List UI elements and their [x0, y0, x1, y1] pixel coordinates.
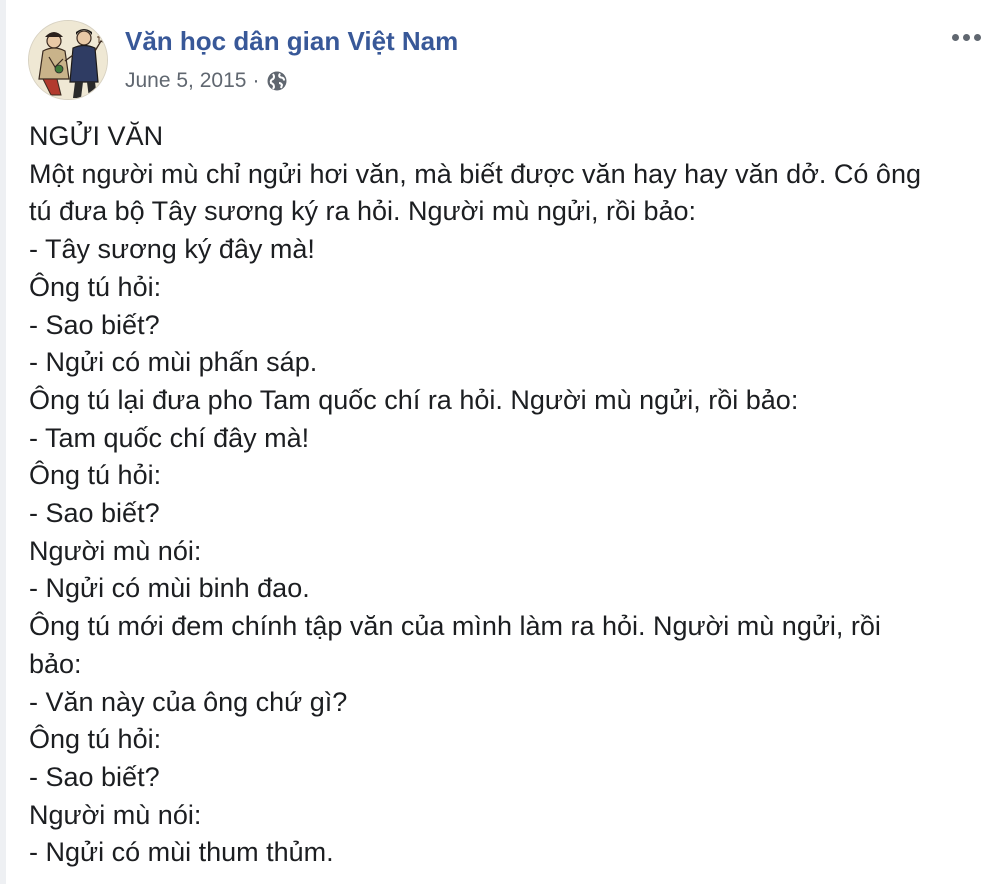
page-avatar[interactable]: [28, 20, 108, 100]
page-name-link[interactable]: Văn học dân gian Việt Nam: [125, 26, 458, 57]
post-text-line: - Sao biết?: [29, 309, 160, 340]
post-text-line: - Ngửi có mùi thum thủm.: [29, 837, 334, 868]
post-text-line: - Sao biết?: [29, 761, 160, 792]
post-text-line: - Văn này của ông chứ gì?: [29, 686, 348, 717]
post-text-line: - Tây sương ký đây mà!: [29, 234, 315, 265]
post-body: NGỬI VĂN Một người mù chỉ ngửi hơi văn, …: [29, 118, 979, 872]
post-header: Văn học dân gian Việt Nam June 5, 2015 ·: [28, 20, 1002, 104]
post-date-link[interactable]: June 5, 2015: [125, 69, 246, 93]
post-text-line: Ông tú lại đưa pho Tam quốc chí ra hỏi. …: [29, 384, 799, 415]
post-meta: June 5, 2015 ·: [125, 68, 289, 94]
avatar-illustration-icon: [29, 21, 107, 99]
post-text-line: Ông tú hỏi:: [29, 271, 162, 302]
post-text-line: Người mù nói:: [29, 535, 202, 566]
post-text-line: Một người mù chỉ ngửi hơi văn, mà biết đ…: [29, 158, 921, 189]
post-text-line: - Sao biết?: [29, 498, 160, 529]
post-title: NGỬI VĂN: [29, 121, 164, 151]
post-text-line: Ông tú hỏi:: [29, 460, 162, 491]
left-edge-divider: [0, 0, 6, 884]
globe-icon[interactable]: [265, 69, 289, 93]
facebook-post: Văn học dân gian Việt Nam June 5, 2015 ·…: [0, 0, 1002, 884]
meta-separator: ·: [252, 69, 260, 92]
post-text-line: - Tam quốc chí đây mà!: [29, 422, 310, 453]
post-text-line: Người mù nói:: [29, 799, 202, 830]
post-text-line: Ông tú hỏi:: [29, 724, 162, 755]
more-options-button[interactable]: [946, 24, 986, 50]
more-dot: [951, 33, 959, 41]
post-text-line: bảo:: [29, 648, 82, 679]
post-text-line: tú đưa bộ Tây sương ký ra hỏi. Người mù …: [29, 196, 697, 227]
post-text-line: - Ngửi có mùi binh đao.: [29, 573, 310, 604]
more-dot: [962, 33, 970, 41]
post-text-line: Ông tú mới đem chính tập văn của mình là…: [29, 611, 881, 642]
more-dot: [973, 33, 981, 41]
post-text-line: - Ngửi có mùi phấn sáp.: [29, 347, 318, 378]
